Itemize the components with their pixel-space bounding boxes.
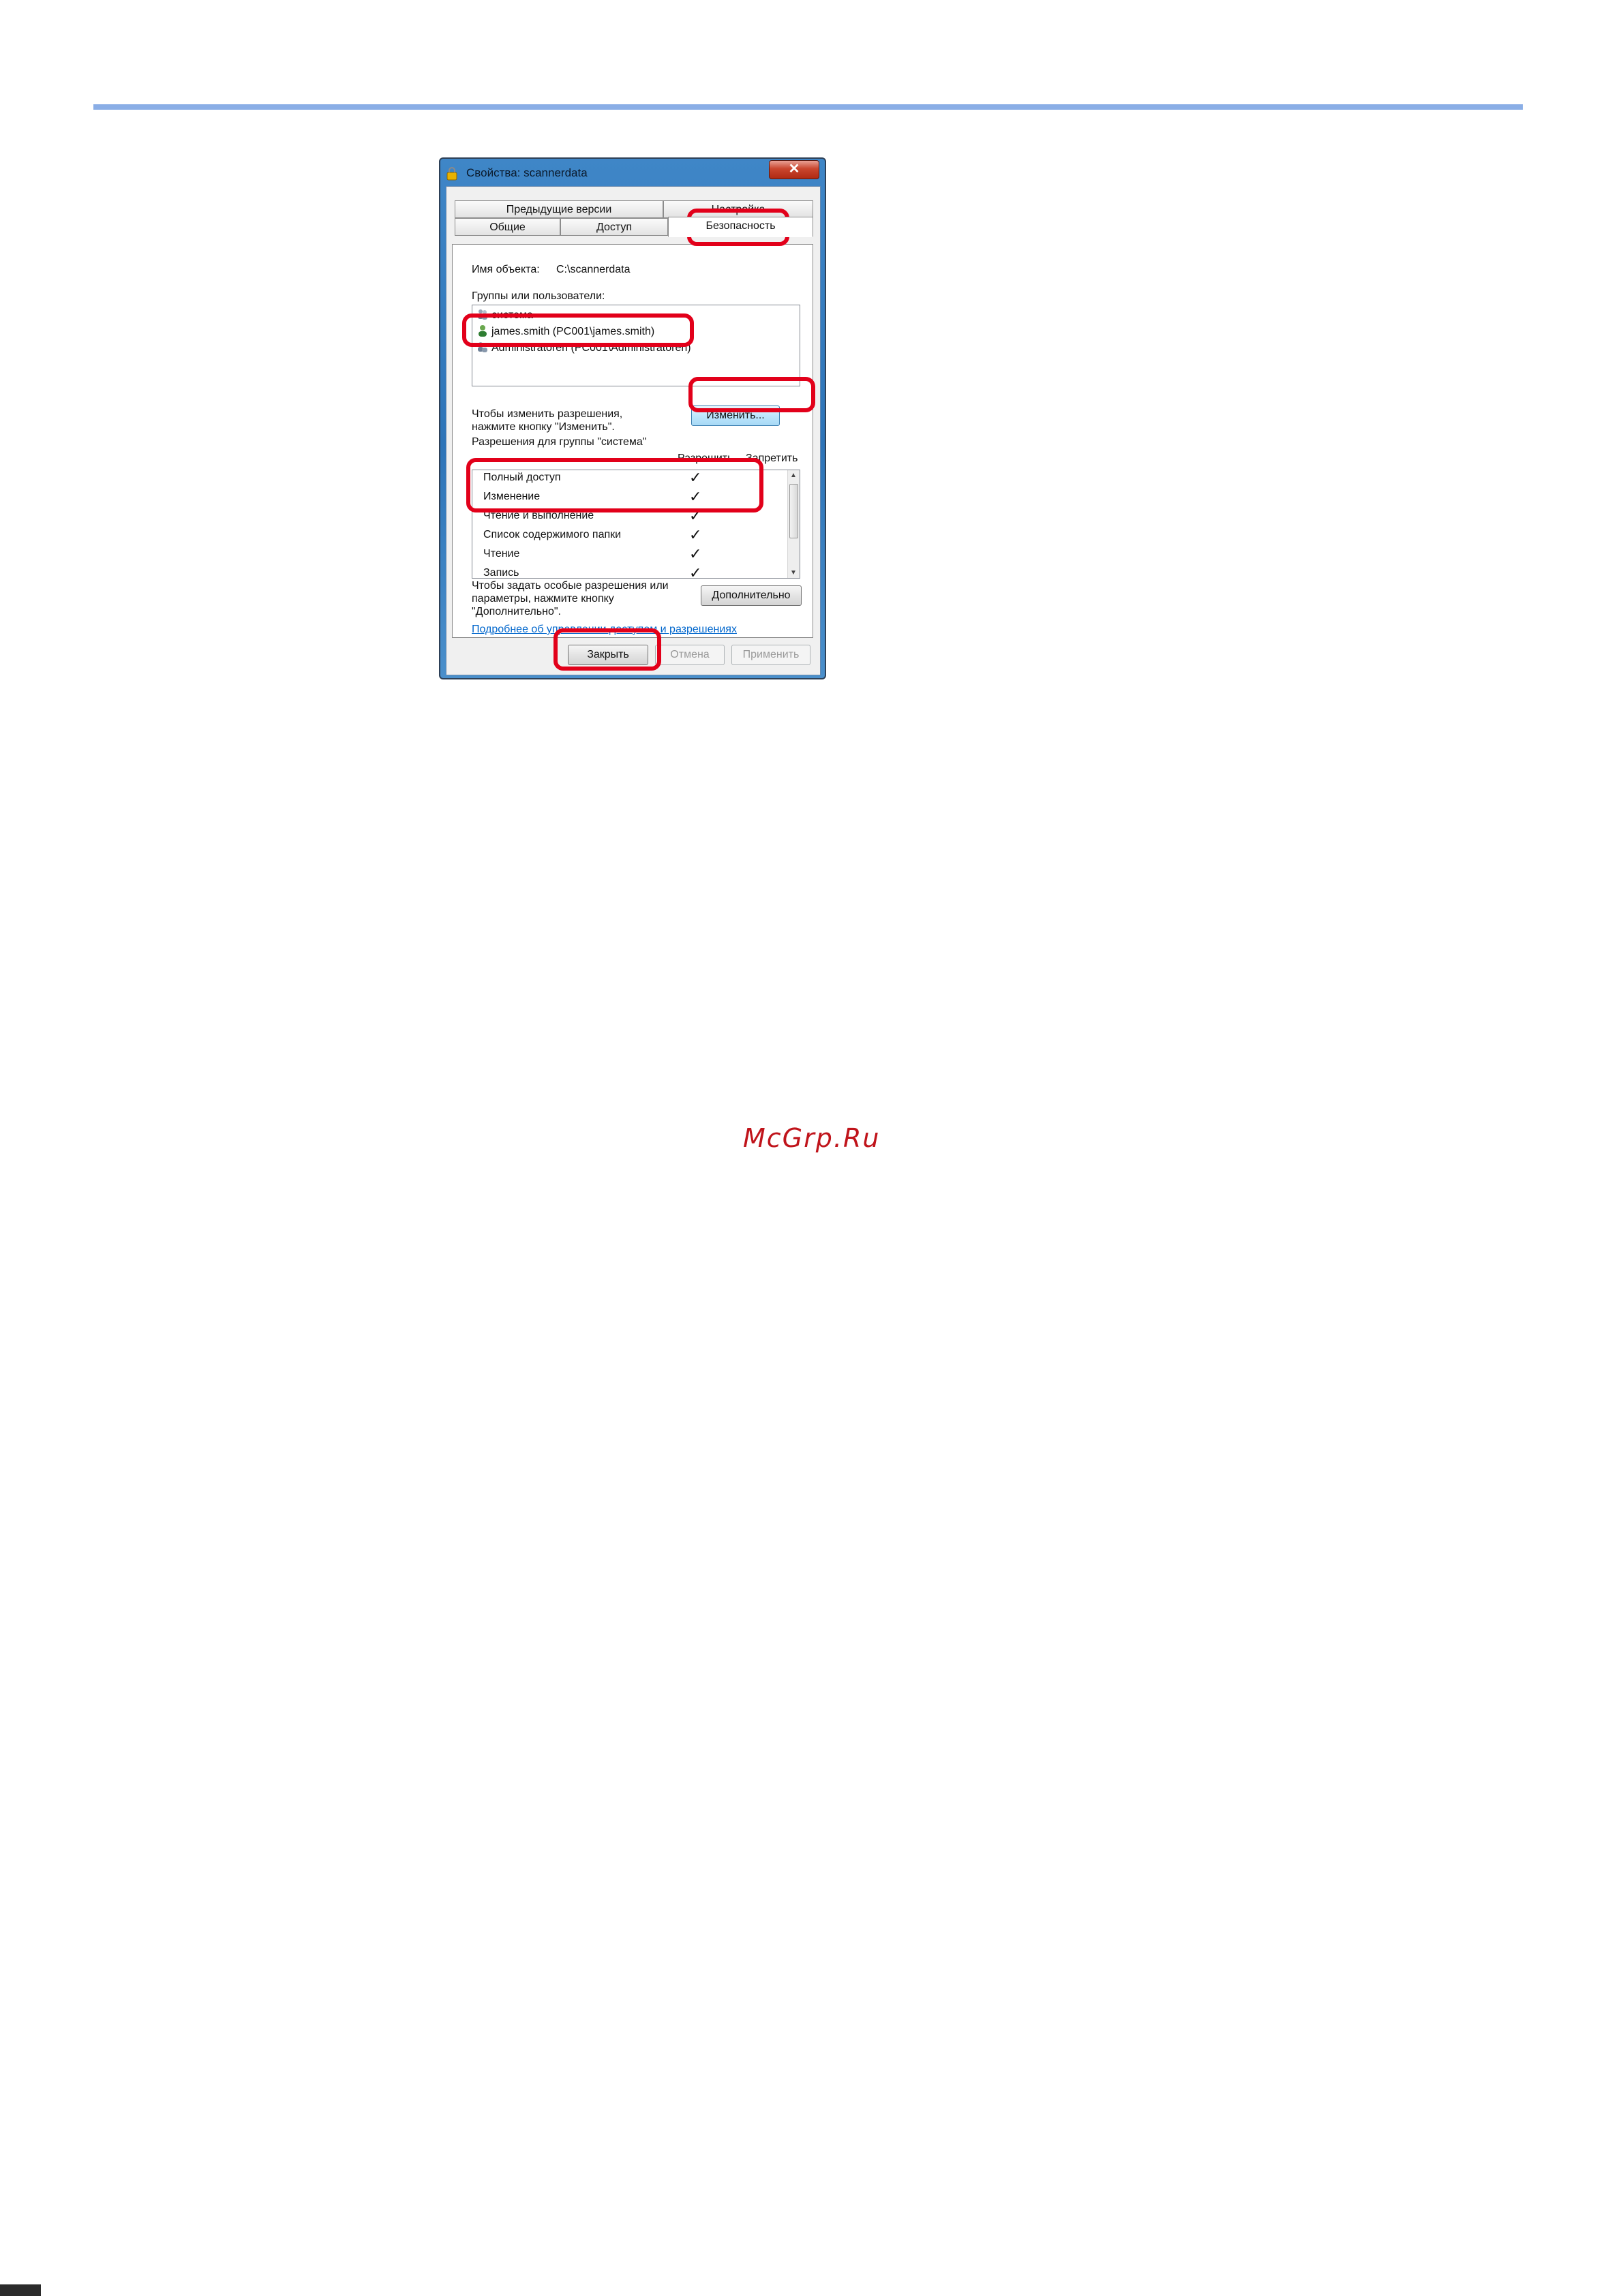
scroll-thumb[interactable]: [789, 484, 798, 538]
change-hint-line2: нажмите кнопку "Изменить".: [472, 421, 615, 433]
permission-name: Список содержимого папки: [483, 529, 622, 540]
close-window-button[interactable]: ✕: [769, 160, 819, 179]
highlight-close-button: [553, 628, 661, 671]
object-name-label: Имя объекта:: [472, 264, 540, 275]
allow-checkmark: ✓: [689, 564, 702, 579]
change-hint-line1: Чтобы изменить разрешения,: [472, 408, 623, 420]
object-name-value: C:\scannerdata: [556, 264, 631, 275]
properties-window: Свойства: scannerdata ✕ Предыдущие верси…: [439, 157, 826, 679]
allow-checkmark: ✓: [689, 545, 702, 562]
permission-row: Список содержимого папки: [483, 529, 621, 541]
page-corner-mark: [0, 2284, 41, 2296]
permissions-for-label: Разрешения для группы "система": [472, 436, 647, 448]
highlight-user-entry: [462, 313, 694, 347]
security-tab-page: Имя объекта: C:\scannerdata Группы или п…: [452, 244, 813, 638]
permission-name: Запись: [483, 567, 519, 579]
title-bar[interactable]: Свойства: scannerdata ✕: [440, 159, 825, 186]
special-hint-line1: Чтобы задать особые разрешения или: [472, 580, 669, 592]
highlight-change-button: [688, 377, 815, 412]
apply-button[interactable]: Применить: [731, 645, 810, 665]
permissions-scrollbar[interactable]: ▲ ▼: [787, 470, 800, 578]
special-hint-line3: "Дополнительно".: [472, 606, 561, 617]
allow-checkmark: ✓: [689, 526, 702, 543]
permission-row: Запись: [483, 567, 519, 579]
tab-security[interactable]: Безопасность: [668, 217, 813, 237]
dialog-client: Предыдущие версии Настройка Общие Доступ…: [446, 186, 821, 675]
scroll-down-icon[interactable]: ▼: [790, 569, 797, 577]
window-title: Свойства: scannerdata: [466, 166, 588, 179]
special-hint-line2: параметры, нажмите кнопку: [472, 593, 614, 604]
top-rule: [93, 104, 1523, 110]
groups-label: Группы или пользователи:: [472, 290, 605, 302]
lock-icon: [446, 167, 457, 181]
tab-previous-versions[interactable]: Предыдущие версии: [455, 200, 663, 218]
watermark: McGrp.Ru: [743, 1123, 881, 1153]
permission-name: Чтение: [483, 548, 520, 560]
scroll-up-icon[interactable]: ▲: [790, 472, 797, 479]
tab-general[interactable]: Общие: [455, 218, 560, 236]
cancel-button[interactable]: Отмена: [655, 645, 725, 665]
advanced-button[interactable]: Дополнительно: [701, 585, 802, 606]
highlight-permissions: [466, 458, 763, 512]
tab-sharing[interactable]: Доступ: [560, 218, 668, 236]
permission-row: Чтение: [483, 548, 519, 560]
